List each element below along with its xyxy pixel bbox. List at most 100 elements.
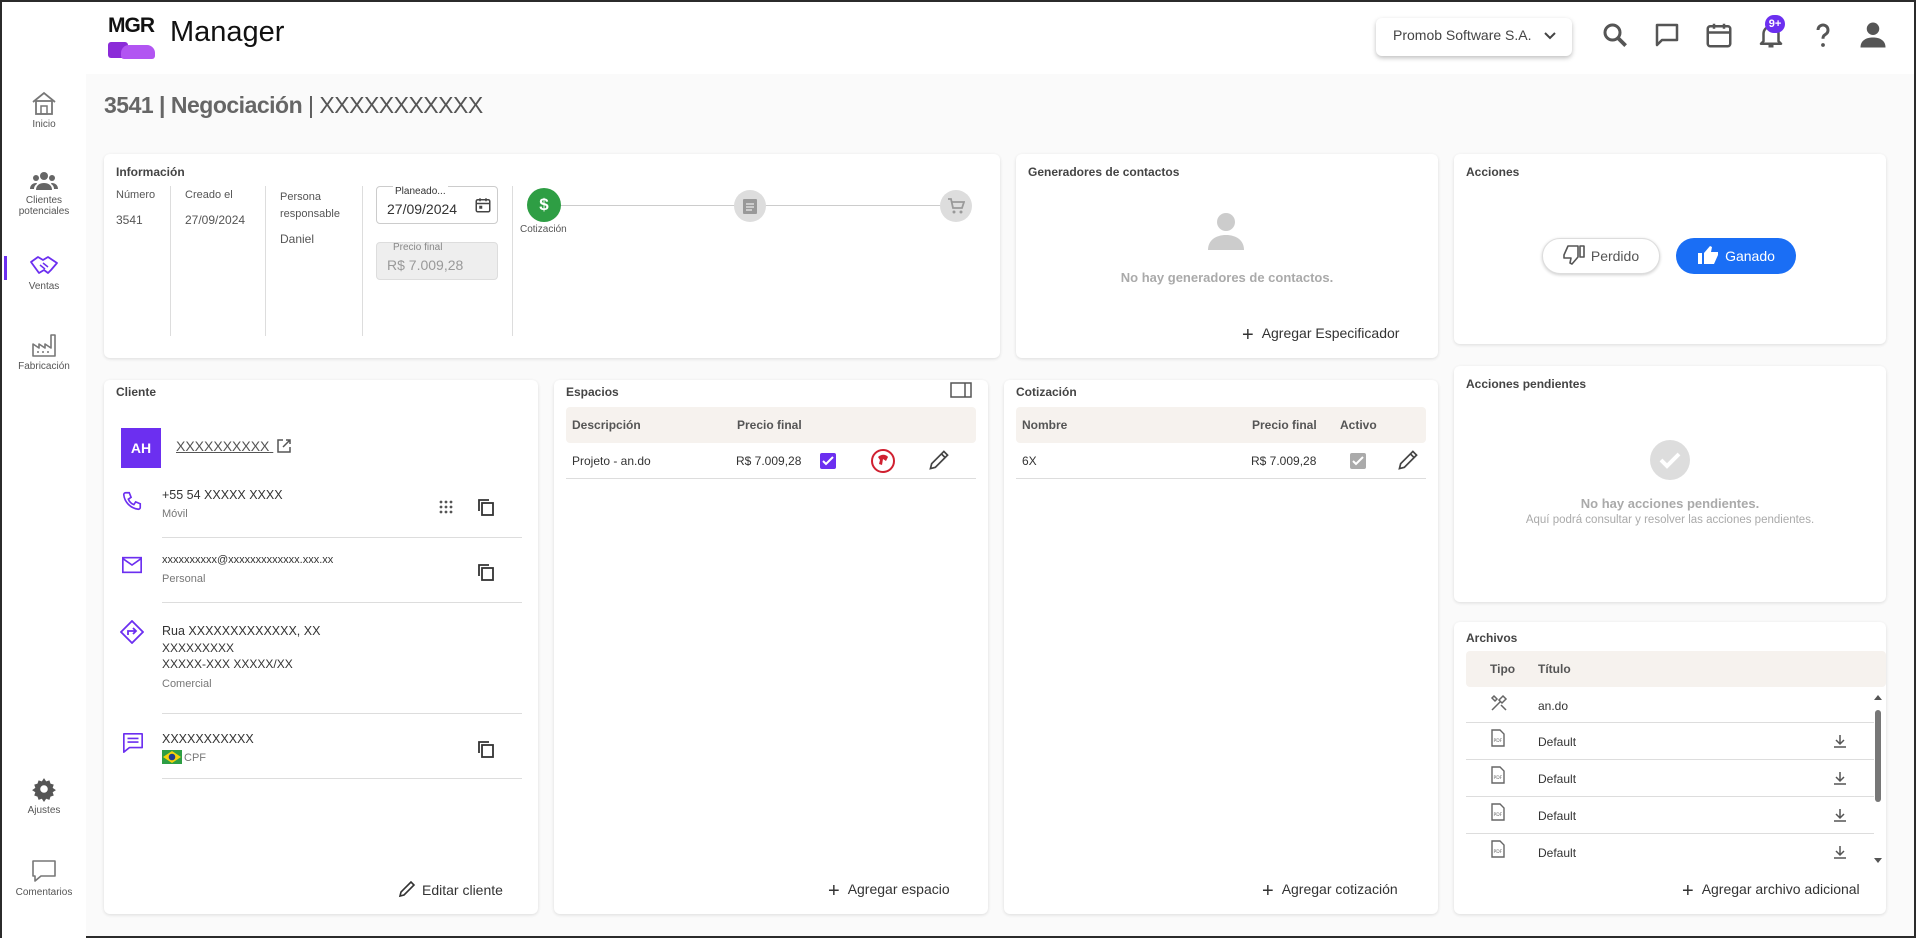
ganado-label: Ganado	[1725, 248, 1775, 264]
agregar-espacio-button[interactable]: + Agregar espacio	[828, 880, 950, 903]
table-row[interactable]: PDF Default	[1466, 760, 1874, 797]
calendar-icon[interactable]	[474, 196, 492, 214]
sidebar-item-label: Ventas	[28, 281, 60, 292]
company-selector[interactable]: Promob Software S.A.	[1376, 18, 1572, 56]
editar-cliente-label: Editar cliente	[422, 882, 503, 898]
search-icon[interactable]	[1600, 20, 1630, 50]
table-row[interactable]: PDF Default	[1466, 723, 1874, 760]
archivo-titulo: Default	[1538, 772, 1577, 786]
phone-type: Móvil	[162, 508, 188, 520]
sidebar-item-ajustes[interactable]: Ajustes	[2, 776, 86, 816]
step-cotizacion[interactable]: $	[527, 188, 561, 222]
dialpad-icon[interactable]	[438, 500, 454, 516]
factory-icon	[32, 334, 56, 357]
planeado-field[interactable]: Planeado... 27/09/2024	[376, 186, 498, 224]
brazil-flag-icon	[162, 750, 182, 764]
sidebar-item-ventas[interactable]: Ventas	[2, 254, 86, 292]
archivos-card: Archivos Tipo Título an.do PDF Default P…	[1454, 622, 1886, 914]
col-descripcion: Descripción	[572, 418, 641, 432]
svg-text:PDF: PDF	[1494, 812, 1503, 818]
scroll-down-icon[interactable]	[1874, 856, 1882, 864]
mgr-logo[interactable]: MGR	[105, 12, 157, 60]
calendar-icon[interactable]	[1704, 20, 1734, 50]
table-row[interactable]: an.do	[1466, 687, 1874, 723]
precio-value: R$ 7.009,28	[387, 257, 464, 273]
agregar-archivo-button[interactable]: + Agregar archivo adicional	[1682, 880, 1860, 903]
download-icon[interactable]	[1832, 844, 1848, 860]
pdf-file-icon: PDF	[1491, 766, 1505, 784]
sidebar-item-clientes[interactable]: Clientes potenciales	[2, 170, 86, 217]
sidebar-item-inicio[interactable]: Inicio	[2, 90, 86, 130]
agregar-cotizacion-label: Agregar cotización	[1281, 881, 1398, 897]
scrollbar-thumb[interactable]	[1875, 710, 1881, 802]
perdido-button[interactable]: Perdido	[1542, 238, 1660, 274]
doc-type: CPF	[184, 752, 206, 764]
help-icon[interactable]	[1808, 20, 1838, 50]
check-icon	[822, 456, 834, 466]
archivos-scrollbar[interactable]	[1874, 692, 1882, 900]
plus-icon: +	[1682, 880, 1694, 902]
step-cart[interactable]	[940, 190, 972, 222]
col-activo: Activo	[1340, 418, 1377, 432]
table-row[interactable]: PDF Default	[1466, 797, 1874, 834]
promob-app-icon[interactable]	[870, 448, 896, 474]
phone-icon	[122, 491, 142, 511]
user-icon[interactable]	[1858, 20, 1888, 50]
cart-icon	[948, 198, 965, 214]
step-label: Cotización	[520, 224, 567, 235]
espacio-checkbox[interactable]	[820, 453, 836, 469]
copy-icon[interactable]	[477, 498, 495, 516]
sidebar-item-fabricacion[interactable]: Fabricación	[2, 332, 86, 372]
col-titulo: Título	[1538, 662, 1571, 676]
ganado-button[interactable]: Ganado	[1676, 238, 1796, 274]
numero-value: 3541	[116, 213, 143, 227]
pendientes-empty-title: No hay acciones pendientes.	[1580, 496, 1760, 511]
pendientes-title: Acciones pendientes	[1466, 377, 1587, 391]
agregar-espacio-label: Agregar espacio	[847, 881, 950, 897]
chat-icon[interactable]	[1652, 20, 1682, 50]
copy-icon[interactable]	[477, 563, 495, 581]
table-row[interactable]: 6X R$ 7.009,28	[1016, 443, 1426, 479]
download-icon[interactable]	[1832, 733, 1848, 749]
table-row[interactable]: PDF Default	[1466, 834, 1874, 870]
panel-toggle-icon[interactable]	[950, 382, 972, 398]
svg-text:PDF: PDF	[1494, 849, 1503, 855]
archivos-title: Archivos	[1466, 631, 1518, 645]
divider	[512, 186, 513, 336]
id-card-icon	[123, 733, 143, 753]
copy-icon[interactable]	[477, 740, 495, 758]
plus-icon: +	[828, 880, 840, 902]
divider	[162, 713, 522, 714]
creado-value: 27/09/2024	[185, 213, 246, 227]
archivo-titulo: Default	[1538, 809, 1577, 823]
agregar-especificador-button[interactable]: + Agregar Especificador	[1242, 324, 1399, 347]
address-line2: XXXXXXXXX	[162, 641, 235, 655]
planeado-value: 27/09/2024	[387, 201, 458, 217]
download-icon[interactable]	[1832, 807, 1848, 823]
precio-label: Precio final	[393, 242, 443, 253]
pdf-file-icon: PDF	[1491, 840, 1505, 858]
sidebar-item-comentarios[interactable]: Comentarios	[2, 858, 86, 898]
directions-icon	[120, 620, 144, 644]
acciones-card: Acciones Perdido Ganado	[1454, 154, 1886, 344]
pencil-icon[interactable]	[1397, 449, 1419, 471]
download-icon[interactable]	[1832, 770, 1848, 786]
table-row[interactable]: Projeto - an.do R$ 7.009,28	[566, 443, 976, 479]
agregar-archivo-label: Agregar archivo adicional	[1701, 881, 1860, 897]
col-precio-final: Precio final	[737, 418, 802, 432]
step-document[interactable]	[734, 190, 766, 222]
generadores-title: Generadores de contactos	[1028, 165, 1180, 179]
address-line1: Rua XXXXXXXXXXXXX, XX	[162, 624, 321, 638]
espacios-card: Espacios Descripción Precio final Projet…	[554, 380, 988, 914]
plus-icon: +	[1242, 324, 1254, 346]
planeado-label: Planeado...	[393, 186, 448, 197]
info-title: Información	[116, 165, 185, 179]
scroll-up-icon[interactable]	[1874, 694, 1882, 702]
agregar-cotizacion-button[interactable]: + Agregar cotización	[1262, 880, 1398, 903]
editar-cliente-button[interactable]: Editar cliente	[398, 880, 503, 898]
cotizacion-precio: R$ 7.009,28	[1251, 454, 1317, 468]
cliente-name-link[interactable]: XXXXXXXXXX	[176, 438, 292, 454]
pencil-icon[interactable]	[928, 449, 950, 471]
email-value: xxxxxxxxxx@xxxxxxxxxxxxx.xxx.xx	[162, 554, 334, 566]
col-nombre: Nombre	[1022, 418, 1068, 432]
